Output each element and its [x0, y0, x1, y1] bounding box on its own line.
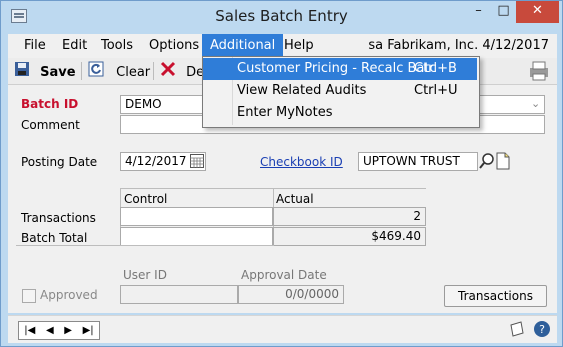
user-id-label: User ID [123, 268, 167, 282]
comment-label: Comment [21, 118, 80, 132]
svg-text:?: ? [539, 323, 545, 336]
menu-item-enter-mynotes[interactable]: Enter MyNotes [203, 102, 477, 124]
title-bar: Sales Batch Entry – □ ✕ [1, 1, 562, 34]
menu-item-label: Customer Pricing - Recalc Batc [237, 61, 437, 76]
record-navigation: |◀ ◀ ▶ ▶| [18, 321, 100, 340]
menu-options[interactable]: Options [141, 34, 207, 58]
lookup-magnifier-icon[interactable] [479, 152, 495, 173]
control-header: Control [124, 192, 168, 206]
approved-checkbox[interactable] [22, 289, 36, 303]
toolbar-divider [153, 62, 154, 80]
menu-item-customer-pricing[interactable]: Customer Pricing - Recalc Batc Ctrl+B [203, 58, 477, 80]
checkbook-id-field[interactable]: UPTOWN TRUST [358, 152, 478, 171]
user-company-date: sa Fabrikam, Inc. 4/12/2017 [368, 38, 549, 53]
menu-item-label: View Related Audits [237, 83, 367, 98]
transactions-actual: 2 [273, 207, 426, 226]
transactions-control-field[interactable] [120, 207, 273, 226]
first-record-icon[interactable]: |◀ [24, 325, 35, 336]
next-record-icon[interactable]: ▶ [64, 325, 72, 336]
printer-icon[interactable] [527, 60, 551, 85]
batch-total-label: Batch Total [21, 231, 88, 245]
sales-batch-entry-window: Sales Batch Entry – □ ✕ File Edit Tools … [0, 0, 563, 347]
calendar-icon[interactable] [190, 154, 204, 171]
clear-button[interactable]: Clear [88, 61, 150, 81]
batch-total-control-field[interactable] [120, 227, 273, 246]
user-id-field [120, 285, 238, 304]
menu-item-label: Enter MyNotes [237, 105, 333, 120]
minimize-button[interactable]: – [466, 1, 491, 23]
note-pad-icon[interactable] [508, 320, 526, 341]
actual-header: Actual [276, 192, 314, 206]
batch-id-label: Batch ID [21, 97, 79, 111]
delete-x-icon [160, 61, 176, 84]
approval-date-label: Approval Date [241, 268, 327, 282]
transactions-label: Transactions [21, 211, 96, 225]
menu-tools[interactable]: Tools [93, 34, 141, 58]
transactions-button[interactable]: Transactions [444, 285, 547, 307]
save-icon [14, 61, 30, 84]
batch-total-actual: $469.40 [273, 227, 426, 246]
posting-date-label: Posting Date [21, 155, 98, 169]
menu-additional[interactable]: Additional [202, 34, 284, 58]
menu-item-view-related-audits[interactable]: View Related Audits Ctrl+U [203, 80, 477, 102]
menu-file[interactable]: File [16, 34, 54, 58]
clear-icon [88, 61, 104, 84]
chevron-down-icon[interactable]: ⌄ [531, 97, 540, 110]
grid-line [120, 188, 426, 189]
save-label: Save [40, 65, 76, 80]
checkbook-id-link[interactable]: Checkbook ID [260, 155, 343, 169]
menu-help[interactable]: Help [276, 34, 322, 58]
grid-line [16, 245, 274, 246]
previous-record-icon[interactable]: ◀ [46, 325, 54, 336]
delete-button[interactable]: De [160, 61, 204, 81]
save-button[interactable]: Save [14, 61, 76, 81]
toolbar-divider [81, 62, 82, 80]
approval-date-field: 0/0/0000 [238, 285, 344, 304]
menu-edit[interactable]: Edit [54, 34, 95, 58]
help-icon[interactable]: ? [533, 320, 551, 341]
note-icon[interactable] [496, 152, 510, 173]
status-bar: |◀ ◀ ▶ ▶| ? [8, 315, 557, 343]
last-record-icon[interactable]: ▶| [83, 325, 94, 336]
close-button[interactable]: ✕ [516, 1, 559, 23]
menu-item-shortcut: Ctrl+B [414, 61, 457, 76]
approved-label: Approved [40, 288, 98, 302]
additional-menu-dropdown: Customer Pricing - Recalc Batc Ctrl+B Vi… [202, 56, 480, 128]
maximize-button[interactable]: □ [491, 1, 516, 23]
clear-label: Clear [116, 65, 151, 80]
menu-item-shortcut: Ctrl+U [414, 83, 458, 98]
